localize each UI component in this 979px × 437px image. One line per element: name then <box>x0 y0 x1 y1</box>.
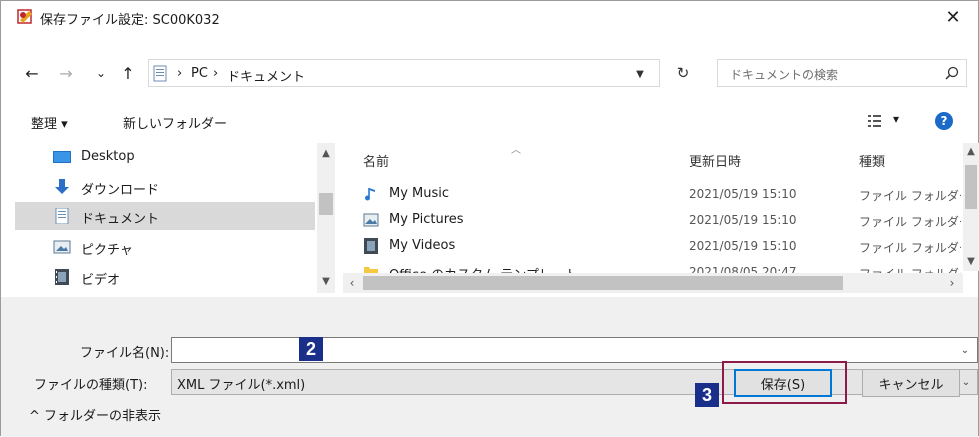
file-type: ファイル フォルダー <box>859 189 961 203</box>
sidebar-item-label: ビデオ <box>81 273 121 288</box>
sidebar-item-label: Desktop <box>81 149 135 164</box>
scrollbar-thumb[interactable] <box>965 165 977 209</box>
pictures-folder-icon <box>363 213 379 227</box>
desktop-icon <box>53 151 71 163</box>
scroll-up-icon[interactable]: ▲ <box>963 143 979 159</box>
navigation-scrollbar[interactable]: ▲ ▼ <box>317 143 335 293</box>
sidebar-item-videos[interactable]: ビデオ <box>15 263 315 291</box>
file-date: 2021/08/05 20:47 <box>689 265 797 273</box>
view-list-icon <box>868 115 881 127</box>
sidebar-item-pictures[interactable]: ピクチャ <box>15 233 315 261</box>
window-title: 保存ファイル設定: SC00K032 <box>40 13 220 28</box>
scroll-up-icon[interactable]: ▲ <box>317 145 335 161</box>
download-icon <box>55 179 69 194</box>
file-list-vertical-scrollbar[interactable]: ▲ ▼ <box>963 143 979 271</box>
column-header-modified[interactable]: 更新日時 <box>689 151 741 170</box>
videos-folder-icon <box>364 238 378 254</box>
scroll-left-icon[interactable]: ‹ <box>343 273 361 293</box>
breadcrumb-pc[interactable]: PC <box>191 66 208 81</box>
breadcrumb-separator: › <box>213 66 219 81</box>
sidebar-item-label: ダウンロード <box>81 183 160 198</box>
app-icon <box>17 9 32 24</box>
pictures-icon <box>53 240 71 254</box>
filename-label: ファイル名(N): <box>80 346 170 361</box>
video-icon <box>55 269 69 285</box>
view-caret-icon: ▾ <box>893 112 900 126</box>
scroll-right-icon[interactable]: › <box>943 273 961 293</box>
table-row[interactable]: My Videos 2021/05/19 15:10 ファイル フォルダー <box>341 235 961 257</box>
step-marker-2: 2 <box>299 337 323 361</box>
file-type: ファイル フォルダー <box>859 241 961 255</box>
navigation-pane: Desktop ダウンロード ドキュメント ピクチャ ビデオ <box>15 143 333 293</box>
sidebar-item-label: ピクチャ <box>81 243 133 258</box>
up-button[interactable]: ↑ <box>118 63 138 83</box>
recent-locations-button[interactable]: ⌄ <box>93 63 109 83</box>
column-header-type[interactable]: 種類 <box>859 151 885 170</box>
search-input[interactable]: ドキュメントの検索 <box>717 59 967 87</box>
folder-icon <box>364 267 378 273</box>
breadcrumb-separator: › <box>177 66 183 81</box>
file-name: Office のカスタム テンプレート <box>389 264 578 273</box>
filetype-select[interactable]: XML ファイル(*.xml) ⌄ <box>171 369 978 395</box>
help-icon[interactable]: ? <box>935 112 953 130</box>
close-button[interactable]: ✕ <box>932 1 974 33</box>
new-folder-button[interactable]: 新しいフォルダー <box>123 113 227 132</box>
filename-dropdown-icon[interactable]: ⌄ <box>957 342 973 358</box>
hide-folders-button[interactable]: ^ フォルダーの非表示 <box>29 405 161 424</box>
file-date: 2021/05/19 15:10 <box>689 213 797 227</box>
forward-button[interactable]: → <box>55 63 77 83</box>
sort-ascending-icon: ︿ <box>511 145 521 156</box>
document-location-icon <box>153 65 167 82</box>
filetype-value: XML ファイル(*.xml) <box>177 378 306 393</box>
file-list: ︿ 名前 更新日時 種類 My Music 2021/05/19 15:10 フ… <box>341 143 961 273</box>
filetype-dropdown-icon[interactable]: ⌄ <box>958 374 974 390</box>
column-header-name[interactable]: 名前 <box>363 151 389 170</box>
sidebar-item-documents[interactable]: ドキュメント <box>15 202 315 230</box>
save-form-area: ファイル名(N): ⌄ ファイルの種類(T): XML ファイル(*.xml) … <box>1 297 978 437</box>
file-name: My Videos <box>389 238 456 253</box>
table-row[interactable]: My Pictures 2021/05/19 15:10 ファイル フォルダー <box>341 209 961 231</box>
step-marker-3: 3 <box>695 383 719 407</box>
save-file-dialog: 保存ファイル設定: SC00K032 ✕ ← → ⌄ ↑ › PC › ドキュメ… <box>0 0 979 437</box>
table-row[interactable]: Office のカスタム テンプレート 2021/08/05 20:47 ファイ… <box>341 261 961 273</box>
file-type: ファイル フォルダー <box>859 215 961 229</box>
file-date: 2021/05/19 15:10 <box>689 239 797 253</box>
command-toolbar: 整理 ▾ 新しいフォルダー ▾ ? <box>1 103 978 139</box>
scroll-down-icon[interactable]: ▼ <box>317 273 335 289</box>
music-folder-icon <box>365 188 375 201</box>
document-icon <box>55 208 69 224</box>
file-date: 2021/05/19 15:10 <box>689 187 797 201</box>
save-button[interactable]: 保存(S) <box>734 369 832 397</box>
file-list-horizontal-scrollbar[interactable]: ‹ › <box>343 273 963 293</box>
refresh-button[interactable]: ↻ <box>667 59 699 87</box>
cancel-button[interactable]: キャンセル <box>862 369 960 397</box>
search-icon[interactable] <box>944 65 960 81</box>
view-options-button[interactable]: ▾ <box>867 112 907 130</box>
scrollbar-thumb[interactable] <box>363 276 843 290</box>
file-name: My Music <box>389 186 450 201</box>
scroll-down-icon[interactable]: ▼ <box>963 253 979 269</box>
filetype-label: ファイルの種類(T): <box>34 378 148 393</box>
title-bar: 保存ファイル設定: SC00K032 ✕ <box>1 1 978 33</box>
back-button[interactable]: ← <box>21 63 43 83</box>
sidebar-item-desktop[interactable]: Desktop <box>15 143 315 171</box>
organize-button[interactable]: 整理 ▾ <box>31 113 68 132</box>
sidebar-item-downloads[interactable]: ダウンロード <box>15 173 315 201</box>
table-row[interactable]: My Music 2021/05/19 15:10 ファイル フォルダー <box>341 183 961 205</box>
file-name: My Pictures <box>389 212 464 227</box>
address-bar[interactable]: › PC › ドキュメント ▼ <box>148 59 660 87</box>
address-dropdown-icon[interactable]: ▼ <box>629 63 651 85</box>
scrollbar-thumb[interactable] <box>319 193 333 215</box>
search-placeholder: ドキュメントの検索 <box>730 68 839 82</box>
sidebar-item-label: ドキュメント <box>81 212 160 227</box>
file-type: ファイル フォルダー <box>859 265 961 273</box>
breadcrumb-documents[interactable]: ドキュメント <box>227 66 305 85</box>
filename-input[interactable] <box>171 337 978 363</box>
